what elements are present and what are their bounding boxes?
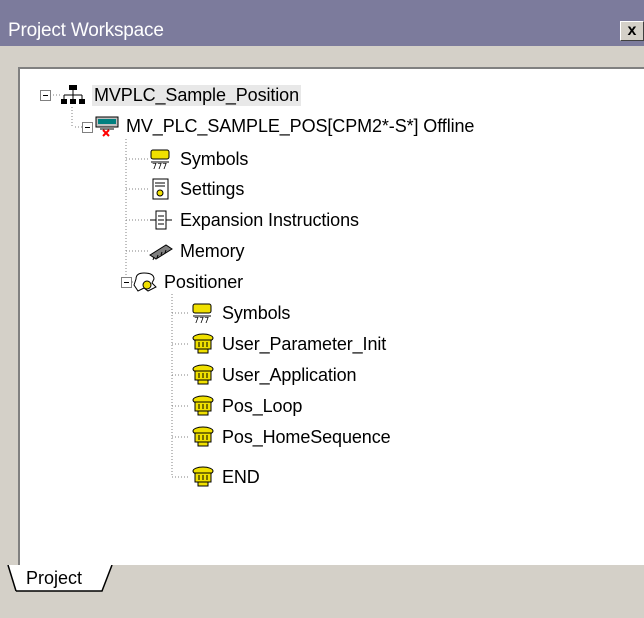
- plc-offline-icon: [94, 115, 120, 137]
- tree-item-label: Symbols: [180, 148, 249, 169]
- tree-item-plc[interactable]: MV_PLC_SAMPLE_POS[CPM2*-S*] Offline: [94, 113, 474, 139]
- tree-item-label: Memory: [180, 240, 245, 261]
- tree-item-pos-homesequence[interactable]: Pos_HomeSequence: [190, 424, 391, 450]
- symbols-icon: 777: [190, 302, 216, 325]
- tree-item-label: Positioner: [164, 271, 244, 292]
- section-icon: [190, 395, 216, 417]
- tab-project[interactable]: Project: [6, 565, 114, 592]
- tree-item-expansion-instructions[interactable]: Expansion Instructions: [148, 207, 359, 233]
- expansion-instructions-icon: [148, 209, 174, 231]
- tree-item-user-parameter-init[interactable]: User_Parameter_Init: [190, 331, 386, 357]
- window-title: Project Workspace: [8, 20, 164, 41]
- tree-item-positioner-symbols[interactable]: 777 Symbols: [190, 300, 290, 326]
- network-icon: [60, 84, 86, 106]
- plc-collapse-toggle[interactable]: [82, 122, 93, 133]
- tree-item-label: Symbols: [222, 302, 291, 323]
- tab-project-label: Project: [26, 568, 83, 588]
- tree-item-pos-loop[interactable]: Pos_Loop: [190, 393, 302, 419]
- svg-text:777: 777: [152, 162, 167, 170]
- tree-item-label: Pos_HomeSequence: [222, 426, 391, 447]
- tree-item-label: Expansion Instructions: [180, 209, 359, 230]
- window-titlebar[interactable]: Project Workspace: [0, 0, 644, 46]
- tree-item-user-application[interactable]: User_Application: [190, 362, 357, 388]
- symbols-icon: 777: [148, 148, 174, 171]
- memory-icon: [148, 240, 174, 262]
- tree-connector-lines: [50, 94, 190, 478]
- tree-item-label: MV_PLC_SAMPLE_POS[CPM2*-S*] Offline: [126, 115, 475, 136]
- tree-item-root[interactable]: MVPLC_Sample_Position: [60, 82, 302, 108]
- section-icon: [190, 333, 216, 355]
- tree-item-positioner[interactable]: Positioner: [132, 269, 243, 295]
- close-button[interactable]: x: [620, 21, 644, 41]
- tree-item-symbols[interactable]: 777 Symbols: [148, 146, 248, 172]
- project-tree[interactable]: MVPLC_Sample_Position MV_PLC_SAMPLE_POS[…: [18, 67, 644, 567]
- tree-item-label: MVPLC_Sample_Position: [92, 84, 302, 106]
- tree-item-end[interactable]: END: [190, 464, 260, 490]
- tree-item-label: Pos_Loop: [222, 395, 303, 416]
- root-collapse-toggle[interactable]: [40, 90, 51, 101]
- tree-item-label: END: [222, 466, 260, 487]
- settings-icon: [148, 178, 174, 200]
- tree-item-label: Settings: [180, 178, 245, 199]
- section-icon: [190, 364, 216, 386]
- tree-item-label: User_Application: [222, 364, 357, 385]
- section-icon: [190, 466, 216, 488]
- section-icon: [190, 426, 216, 448]
- tree-item-memory[interactable]: Memory: [148, 238, 245, 264]
- tree-item-label: User_Parameter_Init: [222, 333, 387, 354]
- svg-text:777: 777: [194, 316, 209, 324]
- positioner-collapse-toggle[interactable]: [121, 277, 132, 288]
- program-icon: [132, 271, 158, 293]
- tree-item-settings[interactable]: Settings: [148, 176, 244, 202]
